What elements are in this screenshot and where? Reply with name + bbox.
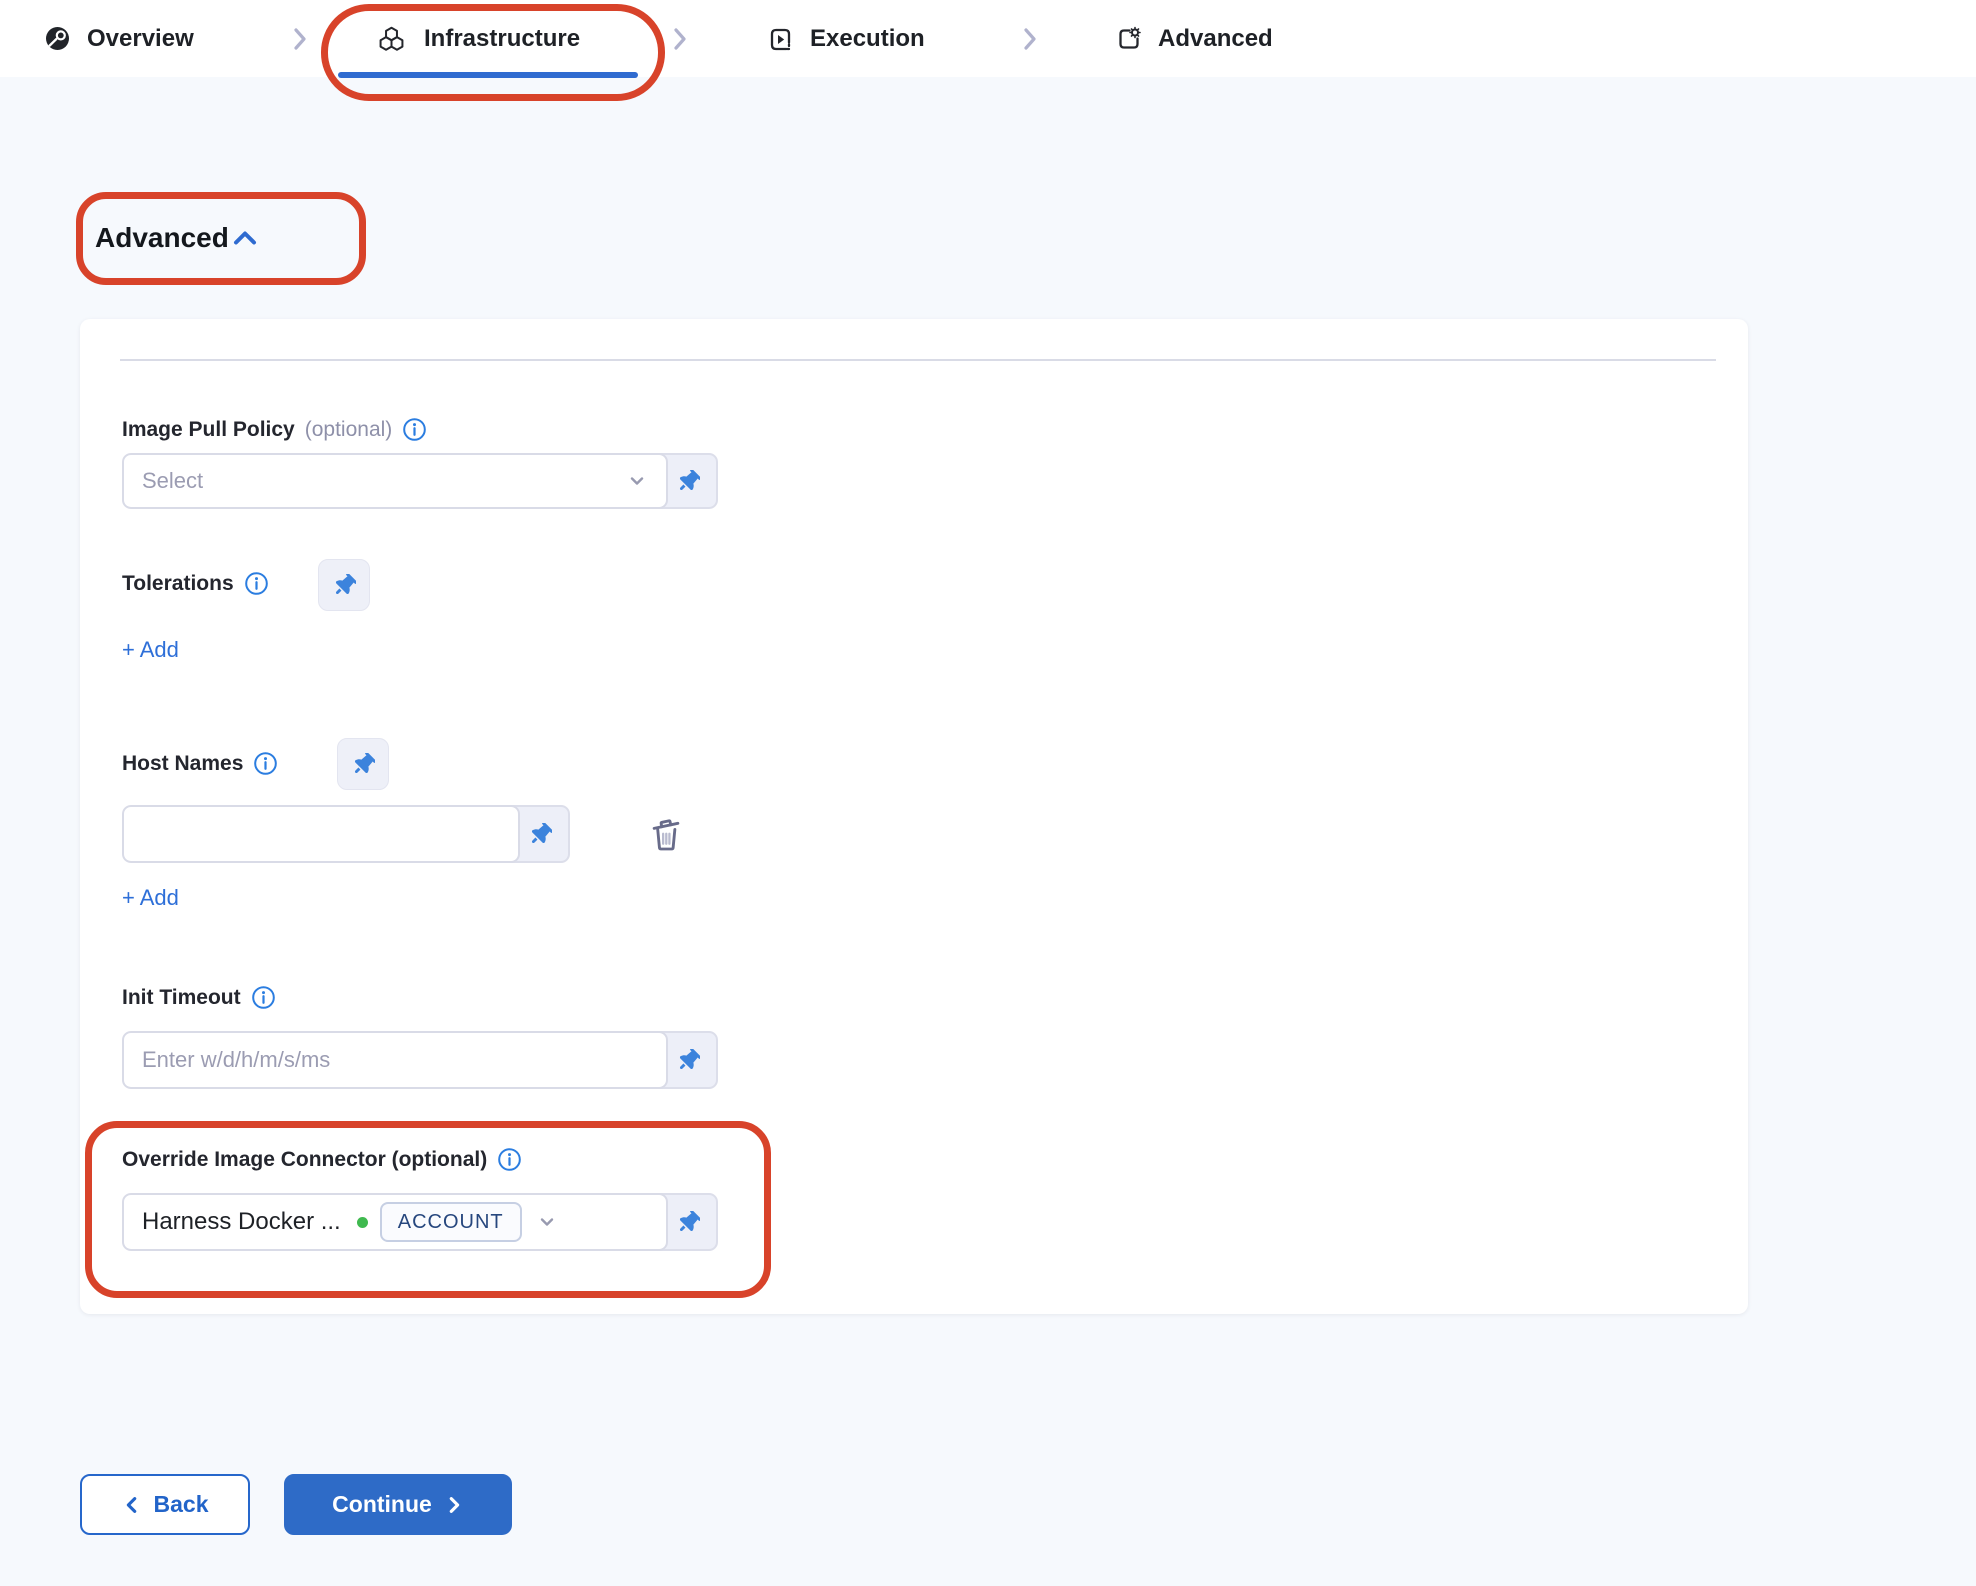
tab-advanced[interactable]: Advanced bbox=[1115, 0, 1273, 77]
pin-icon bbox=[529, 823, 552, 846]
tab-infrastructure[interactable]: Infrastructure bbox=[375, 0, 580, 77]
host-names-label-text: Host Names bbox=[122, 752, 243, 776]
info-icon[interactable] bbox=[244, 571, 269, 596]
trash-icon bbox=[646, 813, 686, 853]
init-timeout-label-text: Init Timeout bbox=[122, 986, 241, 1010]
init-timeout-input[interactable] bbox=[122, 1031, 668, 1089]
tab-infrastructure-label: Infrastructure bbox=[424, 25, 580, 53]
connector-status-dot bbox=[357, 1217, 368, 1228]
tab-execution-label: Execution bbox=[810, 25, 925, 53]
back-chevron-icon bbox=[122, 1494, 142, 1516]
tab-overview-label: Overview bbox=[87, 25, 194, 53]
image-pull-policy-placeholder: Select bbox=[142, 468, 203, 494]
init-timeout-row bbox=[122, 1031, 718, 1089]
advanced-section-title: Advanced bbox=[95, 222, 229, 254]
active-tab-underline bbox=[338, 72, 638, 78]
override-image-connector-label: Override Image Connector (optional) bbox=[122, 1147, 522, 1172]
image-pull-policy-optional: (optional) bbox=[305, 418, 393, 442]
pipeline-stage-settings-screen: Overview Infrastructure bbox=[0, 0, 1976, 1586]
info-icon[interactable] bbox=[253, 751, 278, 776]
image-pull-policy-label: Image Pull Policy (optional) bbox=[122, 417, 427, 442]
override-image-connector-select[interactable]: Harness Docker ... ACCOUNT bbox=[122, 1193, 668, 1251]
advanced-tab-icon bbox=[1115, 25, 1142, 52]
tab-advanced-label: Advanced bbox=[1158, 25, 1273, 53]
host-names-add-link[interactable]: + Add bbox=[122, 885, 179, 911]
connector-scope-badge: ACCOUNT bbox=[380, 1202, 522, 1242]
dropdown-chevron-icon bbox=[536, 1211, 558, 1233]
tolerations-add-link[interactable]: + Add bbox=[122, 637, 179, 663]
back-button[interactable]: Back bbox=[80, 1474, 250, 1535]
overview-icon bbox=[44, 25, 71, 52]
override-image-connector-label-text: Override Image Connector (optional) bbox=[122, 1148, 487, 1172]
host-names-input[interactable] bbox=[122, 805, 520, 863]
chevron-separator-icon bbox=[288, 24, 312, 59]
tab-execution[interactable]: Execution bbox=[767, 0, 925, 77]
pin-icon bbox=[677, 1049, 700, 1072]
info-icon[interactable] bbox=[497, 1147, 522, 1172]
continue-chevron-icon bbox=[444, 1494, 464, 1516]
host-names-label: Host Names bbox=[122, 751, 278, 776]
host-names-row bbox=[122, 805, 570, 863]
info-icon[interactable] bbox=[251, 985, 276, 1010]
continue-button[interactable]: Continue bbox=[284, 1474, 512, 1535]
continue-button-label: Continue bbox=[332, 1491, 432, 1518]
collapse-chevron-icon bbox=[231, 228, 259, 248]
pin-icon bbox=[352, 753, 375, 776]
image-pull-policy-label-text: Image Pull Policy bbox=[122, 418, 295, 442]
pin-icon bbox=[677, 1211, 700, 1234]
override-image-connector-row: Harness Docker ... ACCOUNT bbox=[122, 1193, 718, 1251]
back-button-label: Back bbox=[154, 1491, 209, 1518]
pin-icon bbox=[333, 574, 356, 597]
tolerations-label-text: Tolerations bbox=[122, 572, 234, 596]
stage-tabs-bar: Overview Infrastructure bbox=[0, 0, 1976, 77]
info-icon[interactable] bbox=[402, 417, 427, 442]
tolerations-label: Tolerations bbox=[122, 571, 269, 596]
tolerations-pin-toggle[interactable] bbox=[318, 559, 370, 611]
chevron-separator-icon bbox=[1018, 24, 1042, 59]
pin-icon bbox=[677, 470, 700, 493]
connector-name: Harness Docker ... bbox=[142, 1208, 341, 1236]
host-names-delete-button[interactable] bbox=[646, 813, 686, 853]
advanced-section-toggle[interactable]: Advanced bbox=[95, 222, 259, 254]
execution-icon bbox=[767, 25, 794, 52]
card-divider bbox=[120, 359, 1716, 361]
dropdown-chevron-icon bbox=[626, 470, 648, 492]
host-names-pin-toggle[interactable] bbox=[337, 738, 389, 790]
tab-overview[interactable]: Overview bbox=[44, 0, 194, 77]
image-pull-policy-row: Select bbox=[122, 453, 718, 509]
image-pull-policy-select[interactable]: Select bbox=[122, 453, 668, 509]
init-timeout-label: Init Timeout bbox=[122, 985, 276, 1010]
chevron-separator-icon bbox=[668, 24, 692, 59]
infrastructure-icon bbox=[375, 25, 408, 53]
advanced-settings-card: Image Pull Policy (optional) Select Tole… bbox=[80, 319, 1748, 1314]
